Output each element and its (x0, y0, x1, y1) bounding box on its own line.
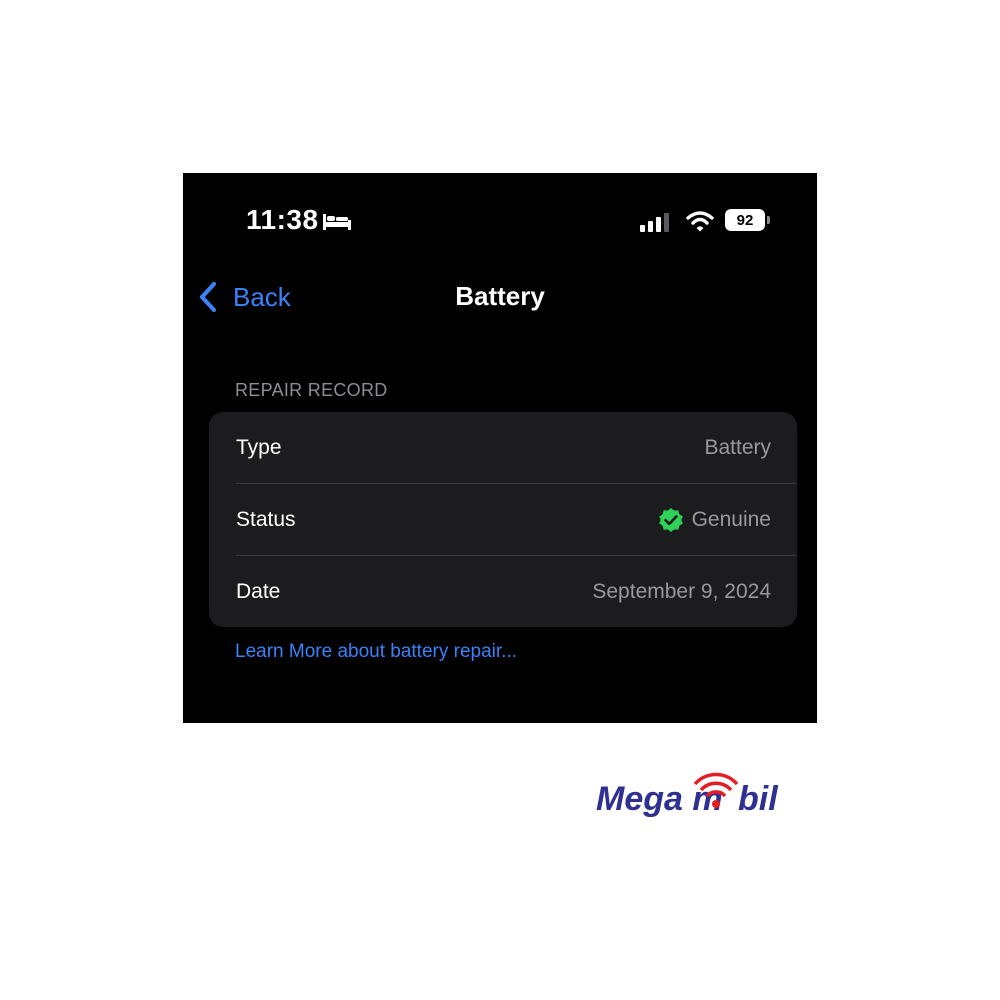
row-type: Type Battery (209, 412, 797, 483)
status-time: 11:38 (246, 204, 319, 235)
row-label: Type (236, 436, 282, 459)
verified-check-icon (658, 507, 683, 532)
repair-record-card: Type Battery Status Genuine Date Septemb… (209, 412, 797, 627)
page-title: Battery (455, 281, 545, 311)
learn-more-link[interactable]: Learn More about battery repair... (235, 641, 517, 663)
row-label: Status (236, 508, 296, 531)
row-value: September 9, 2024 (592, 556, 771, 627)
row-date: Date September 9, 2024 (209, 556, 797, 627)
row-status: Status Genuine (209, 484, 797, 555)
phone-screenshot: 11:38 92 Back Battery REPAIR RECORD Type… (183, 173, 817, 723)
date-value: September 9, 2024 (592, 580, 771, 603)
cellular-signal-icon (640, 213, 669, 232)
section-header: REPAIR RECORD (235, 380, 388, 400)
battery-icon: 92 (725, 209, 770, 231)
status-value: Genuine (691, 508, 771, 531)
battery-body: 92 (725, 209, 765, 231)
row-value: Genuine (658, 484, 771, 555)
battery-level: 92 (736, 211, 754, 229)
type-value: Battery (704, 436, 771, 459)
svg-text:bil: bil (738, 780, 779, 818)
wifi-icon (686, 211, 714, 232)
row-label: Date (236, 580, 281, 603)
status-bar: 11:38 92 (183, 173, 817, 253)
mega-mobil-logo: Mega m bil (596, 772, 779, 818)
row-value: Battery (704, 412, 771, 483)
bed-icon (323, 214, 351, 230)
battery-nub (767, 216, 770, 224)
